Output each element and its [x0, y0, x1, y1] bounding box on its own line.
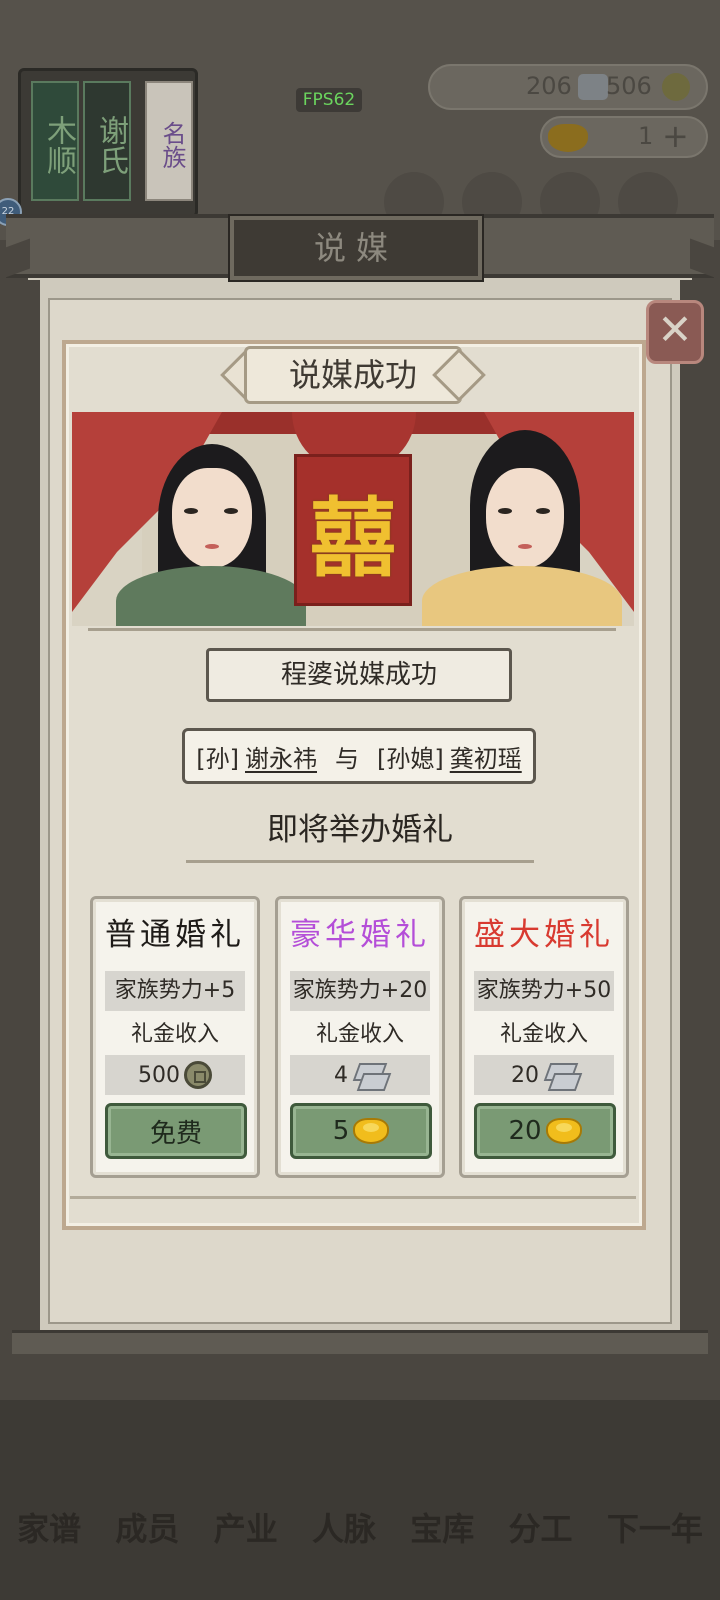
gold-ingot-icon — [353, 1118, 390, 1144]
gold-ingot-icon — [545, 1118, 582, 1144]
silver-ingot-icon — [543, 1061, 577, 1089]
bride-portrait — [422, 416, 622, 626]
bottom-nav: 家谱 成员 产业 人脉 宝库 分工 下一年 — [0, 1504, 720, 1550]
groom-name[interactable]: 谢永祎 — [245, 739, 317, 774]
close-x-icon: ✕ — [657, 305, 693, 354]
wedding-illustration: 囍 — [72, 412, 634, 626]
nav-item: 成员 — [115, 1510, 180, 1548]
divider — [88, 628, 616, 631]
option-income: 500 — [105, 1055, 245, 1095]
free-wedding-button[interactable]: 免费 — [105, 1103, 247, 1159]
couple-names: [孙] 谢永祎 与 [孙媳] 龚初瑶 — [182, 728, 536, 784]
wedding-option-luxury: 豪华婚礼 家族势力+20 礼金收入 4 5 — [275, 896, 445, 1178]
silver-count: 206 — [526, 72, 572, 100]
bride-name[interactable]: 龚初瑶 — [450, 739, 522, 774]
book-spine: 名族 — [145, 81, 193, 201]
wedding-announcement: 即将举办婚礼 — [267, 812, 453, 848]
dialog-title-plate: 说媒 — [228, 214, 484, 282]
dialog-title: 说媒 — [313, 229, 398, 267]
bottom-nav-area — [0, 1400, 720, 1600]
button-label: 免费 — [149, 1118, 202, 1149]
book-spine: 木顺 — [31, 81, 79, 201]
fps-counter: FPS62 — [296, 88, 362, 112]
frame-pillar-right — [680, 280, 694, 1340]
matchmaker-result: 程婆说媒成功 — [206, 648, 512, 702]
luxury-wedding-button[interactable]: 5 — [290, 1103, 432, 1159]
nav-item: 产业 — [213, 1510, 278, 1548]
groom-title: [孙] — [196, 744, 239, 773]
close-button[interactable]: ✕ — [646, 300, 704, 364]
bride-title: [孙媳] — [377, 744, 444, 773]
divider — [186, 860, 534, 863]
groom-portrait — [116, 416, 306, 626]
option-influence: 家族势力+50 — [474, 971, 614, 1011]
option-title: 盛大婚礼 — [474, 917, 614, 953]
nav-item: 分工 — [508, 1510, 573, 1548]
button-label: 5 — [332, 1116, 350, 1146]
copper-coin-icon — [184, 1061, 212, 1089]
add-gold-icon: + — [662, 117, 689, 155]
grand-wedding-button[interactable]: 20 — [474, 1103, 616, 1159]
nav-item: 宝库 — [410, 1510, 475, 1548]
silver-icon — [578, 74, 608, 100]
option-influence: 家族势力+20 — [290, 971, 430, 1011]
income-value: 500 — [138, 1062, 180, 1088]
nav-item: 家谱 — [17, 1510, 82, 1548]
option-influence: 家族势力+5 — [105, 971, 245, 1011]
option-title: 普通婚礼 — [105, 917, 245, 953]
card-bottom-ornament — [70, 1196, 636, 1210]
option-income-label: 礼金收入 — [499, 1022, 588, 1047]
frame-pillar-left — [26, 280, 40, 1340]
double-happiness-icon: 囍 — [310, 487, 396, 589]
double-happiness-panel: 囍 — [294, 454, 412, 606]
family-book: 木顺 谢氏 名族 — [18, 68, 198, 218]
wedding-option-grand: 盛大婚礼 家族势力+50 礼金收入 20 20 — [459, 896, 629, 1178]
card-title: 说媒成功 — [288, 356, 417, 394]
coin-icon — [662, 73, 690, 101]
coin-count: 506 — [606, 72, 652, 100]
silver-ingot-icon — [352, 1061, 386, 1089]
option-title: 豪华婚礼 — [290, 917, 430, 953]
frame-bottom-beam — [12, 1330, 708, 1354]
gold-count: 1 — [638, 122, 654, 150]
income-value: 20 — [511, 1062, 539, 1088]
option-income: 4 — [290, 1055, 430, 1095]
wedding-option-normal: 普通婚礼 家族势力+5 礼金收入 500 免费 — [90, 896, 260, 1178]
option-income-label: 礼金收入 — [130, 1022, 219, 1047]
nav-item: 下一年 — [606, 1510, 703, 1548]
couple-connector: 与 — [335, 744, 359, 773]
book-spine: 谢氏 — [83, 81, 131, 201]
option-income-label: 礼金收入 — [315, 1022, 404, 1047]
resource-bar: 206 506 — [428, 64, 708, 110]
button-label: 20 — [508, 1116, 542, 1146]
option-income: 20 — [474, 1055, 614, 1095]
nav-item: 人脉 — [311, 1510, 376, 1548]
gold-ingot-icon — [548, 124, 588, 152]
income-value: 4 — [334, 1062, 348, 1088]
